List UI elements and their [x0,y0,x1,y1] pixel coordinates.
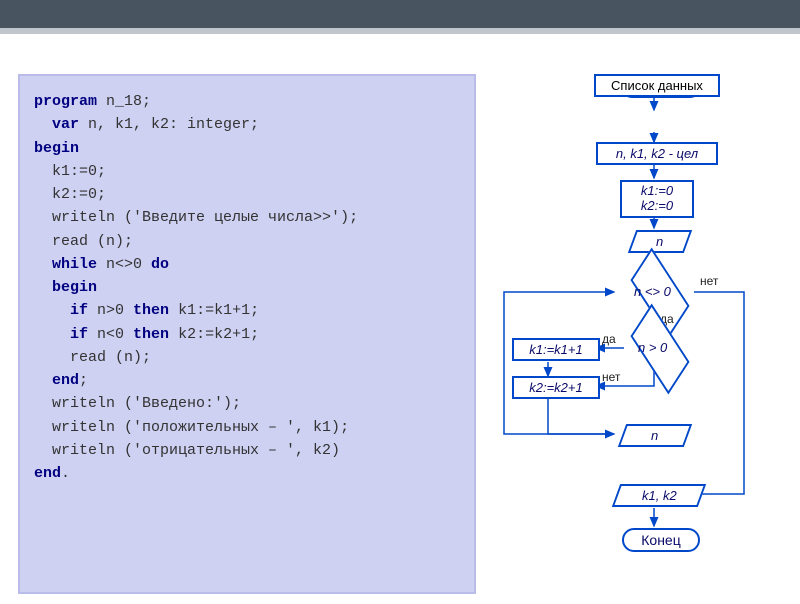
kw-do: do [151,256,169,273]
node-action-k2: k2:=k2+1 [512,376,600,399]
if1-cond: n>0 [88,302,133,319]
kw-end-1: end [52,372,79,389]
kw-while: while [52,256,97,273]
while-cond: n<>0 [97,256,151,273]
node-vars: n, k1, k2 - цел [596,142,718,165]
if1-act: k1:=k1+1; [169,302,259,319]
node-cond1-label: n <> 0 [634,284,671,299]
line-k1-init: k1:=0; [52,163,106,180]
line-read-n: read (n); [52,233,133,250]
top-bar [0,0,800,34]
node-init: k1:=0 k2:=0 [620,180,694,218]
label-cond2-no: нет [602,370,620,384]
line-writeln-pos: writeln ('положительных – ', k1); [52,419,349,436]
flowchart: Начало Список данных n, k1, k2 - цел k1:… [484,74,784,594]
kw-begin-2: begin [52,279,97,296]
kw-program: program [34,93,97,110]
line-k2-init: k2:=0; [52,186,106,203]
slide-content: program n_18; var n, k1, k2: integer; be… [0,34,800,604]
kw-then-1: then [133,302,169,319]
if2-act: k2:=k2+1; [169,326,259,343]
line-writeln-neg: writeln ('отрицательных – ', k2) [52,442,340,459]
node-output: k1, k2 [612,484,706,507]
line-read-n-loop: read (n); [70,349,151,366]
kw-begin: begin [34,140,79,157]
node-end: Конец [622,528,700,552]
if2-cond: n<0 [88,326,133,343]
program-name: n_18; [97,93,151,110]
var-decl: n, k1, k2: integer; [79,116,259,133]
kw-end-2: end [34,465,61,482]
semi: ; [79,372,88,389]
node-cond2-label: n > 0 [638,340,667,355]
label-cond2-yes: да [602,332,616,346]
label-cond1-no: нет [700,274,718,288]
dot: . [61,465,70,482]
node-input-n2: n [618,424,692,447]
node-data-list: Список данных [594,74,720,97]
kw-then-2: then [133,326,169,343]
node-action-k1: k1:=k1+1 [512,338,600,361]
kw-if-1: if [70,302,88,319]
kw-var: var [52,116,79,133]
line-writeln-result: writeln ('Введено:'); [52,395,241,412]
node-input-n: n [628,230,692,253]
code-listing: program n_18; var n, k1, k2: integer; be… [18,74,476,594]
line-writeln-prompt: writeln ('Введите целые числа>>'); [52,209,358,226]
kw-if-2: if [70,326,88,343]
